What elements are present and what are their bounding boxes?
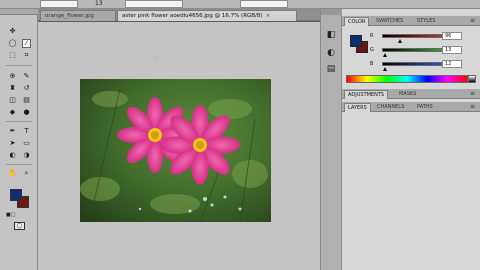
adjustments-icon[interactable]: ◐ xyxy=(324,47,338,59)
history-brush-tool-icon[interactable]: ↺ xyxy=(22,84,31,93)
channel-r-label: R xyxy=(370,33,374,39)
brush-size-value: 13 xyxy=(95,0,103,7)
options-field-2[interactable] xyxy=(125,0,183,8)
flower-image xyxy=(80,79,271,222)
tab-masks[interactable]: MASKS xyxy=(396,90,419,99)
channel-r-value[interactable]: 96 xyxy=(442,32,462,40)
layers-panel-body xyxy=(342,113,480,270)
tools-panel: ✥ ◯ ⁄ ⬚ ⌗ ⊕ ✎ ♜ ↺ ◫ ▤ ◆ ● ✒ T ➤ ▭ ◐ ◑ ✋ … xyxy=(0,9,38,270)
tab-channels[interactable]: CHANNELS xyxy=(374,103,407,112)
tab-styles[interactable]: STYLES xyxy=(414,17,438,26)
pen-tool-icon[interactable]: ✒ xyxy=(8,127,17,136)
channel-g-label: G xyxy=(370,47,374,53)
type-tool-icon[interactable]: T xyxy=(22,127,31,136)
blur-tool-icon[interactable]: ◆ xyxy=(8,108,17,117)
layers-panel-tabs: LAYERS CHANNELS PATHS ≡ xyxy=(342,102,480,112)
close-icon[interactable]: × xyxy=(266,13,271,19)
hand-tool-icon[interactable]: ✋ xyxy=(8,169,17,178)
lasso-tool-icon[interactable]: ◯ xyxy=(8,39,17,48)
move-tool-icon[interactable]: ✥ xyxy=(8,27,17,36)
magic-wand-tool-icon[interactable]: ⁄ xyxy=(22,39,31,48)
spot-healing-tool-icon[interactable]: ⊕ xyxy=(8,72,17,81)
panel-menu-icon[interactable]: ≡ xyxy=(470,103,475,110)
tab-label: orange_flower.jpg xyxy=(45,13,94,19)
channel-g-slider[interactable] xyxy=(382,48,442,52)
tools-separator xyxy=(6,164,32,165)
panel-menu-icon[interactable]: ≡ xyxy=(470,17,475,24)
tab-aster-pink-flower[interactable]: aster pink flower aoediu4656.jpg @ 16.7%… xyxy=(117,10,297,21)
adjustments-panel-tabs: ADJUSTMENTS MASKS ≡ xyxy=(342,89,480,99)
3d-camera-tool-icon[interactable]: ◑ xyxy=(22,151,31,160)
channel-b-slider[interactable] xyxy=(382,62,442,66)
channel-b-value[interactable]: 12 xyxy=(442,60,462,68)
zoom-tool-icon[interactable]: ⌕ xyxy=(22,169,31,178)
panel-icon-strip: ◧ ◐ ▤ xyxy=(320,9,343,270)
tab-orange-flower[interactable]: orange_flower.jpg xyxy=(40,10,116,21)
tools-panel-grip[interactable] xyxy=(0,9,38,15)
panel-menu-icon[interactable]: ≡ xyxy=(470,90,475,97)
tab-label: aster pink flower aoediu4656.jpg @ 16.7%… xyxy=(122,13,263,19)
tab-swatches[interactable]: SWATCHES xyxy=(373,17,406,26)
color-panel-foreground-swatch[interactable] xyxy=(350,35,362,47)
path-selection-tool-icon[interactable]: ➤ xyxy=(8,139,17,148)
crop-tool-icon[interactable]: ⌗ xyxy=(22,51,31,60)
tab-paths[interactable]: PATHS xyxy=(414,103,436,112)
brush-tool-icon[interactable]: ✎ xyxy=(22,72,31,81)
channel-r-slider[interactable] xyxy=(382,34,442,38)
tab-color[interactable]: COLOR xyxy=(344,17,370,26)
cursor-icon: ⁘ xyxy=(152,54,158,62)
options-bar: 13 xyxy=(0,0,480,9)
tools-separator xyxy=(6,65,32,66)
marquee-tool-icon[interactable]: ⬚ xyxy=(8,51,17,60)
3d-rotate-tool-icon[interactable]: ◐ xyxy=(8,151,17,160)
right-panels: COLOR SWATCHES STYLES ≡ R 96 G 13 B 12 A… xyxy=(342,9,480,270)
slider-knob[interactable] xyxy=(398,39,402,43)
options-field-3[interactable] xyxy=(240,0,288,8)
options-field-1[interactable] xyxy=(40,0,78,8)
icon-strip-grip[interactable] xyxy=(321,9,343,15)
clone-stamp-tool-icon[interactable]: ♜ xyxy=(8,84,17,93)
gradient-tool-icon[interactable]: ▤ xyxy=(22,96,31,105)
default-colors-icon[interactable]: ■□ xyxy=(6,212,15,218)
quick-mask-icon[interactable]: ◯ xyxy=(14,222,25,230)
tab-adjustments[interactable]: ADJUSTMENTS xyxy=(344,90,389,99)
shape-tool-icon[interactable]: ▭ xyxy=(22,139,31,148)
flower-photo[interactable] xyxy=(80,79,271,222)
slider-knob[interactable] xyxy=(383,53,387,57)
foreground-color-swatch[interactable] xyxy=(10,189,22,201)
document-tab-bar: orange_flower.jpg aster pink flower aoed… xyxy=(38,9,320,21)
eraser-tool-icon[interactable]: ◫ xyxy=(8,96,17,105)
color-panel-tabs: COLOR SWATCHES STYLES ≡ xyxy=(342,16,480,26)
slider-knob[interactable] xyxy=(383,67,387,71)
black-white-ramp[interactable] xyxy=(468,75,476,83)
channel-b-label: B xyxy=(370,61,374,67)
color-icon[interactable]: ◧ xyxy=(324,29,338,41)
channel-g-value[interactable]: 13 xyxy=(442,46,462,54)
tab-layers[interactable]: LAYERS xyxy=(344,103,371,112)
layers-icon[interactable]: ▤ xyxy=(324,63,338,75)
tools-separator xyxy=(6,121,32,122)
color-spectrum-bar[interactable] xyxy=(346,75,468,83)
dodge-tool-icon[interactable]: ● xyxy=(22,108,31,117)
